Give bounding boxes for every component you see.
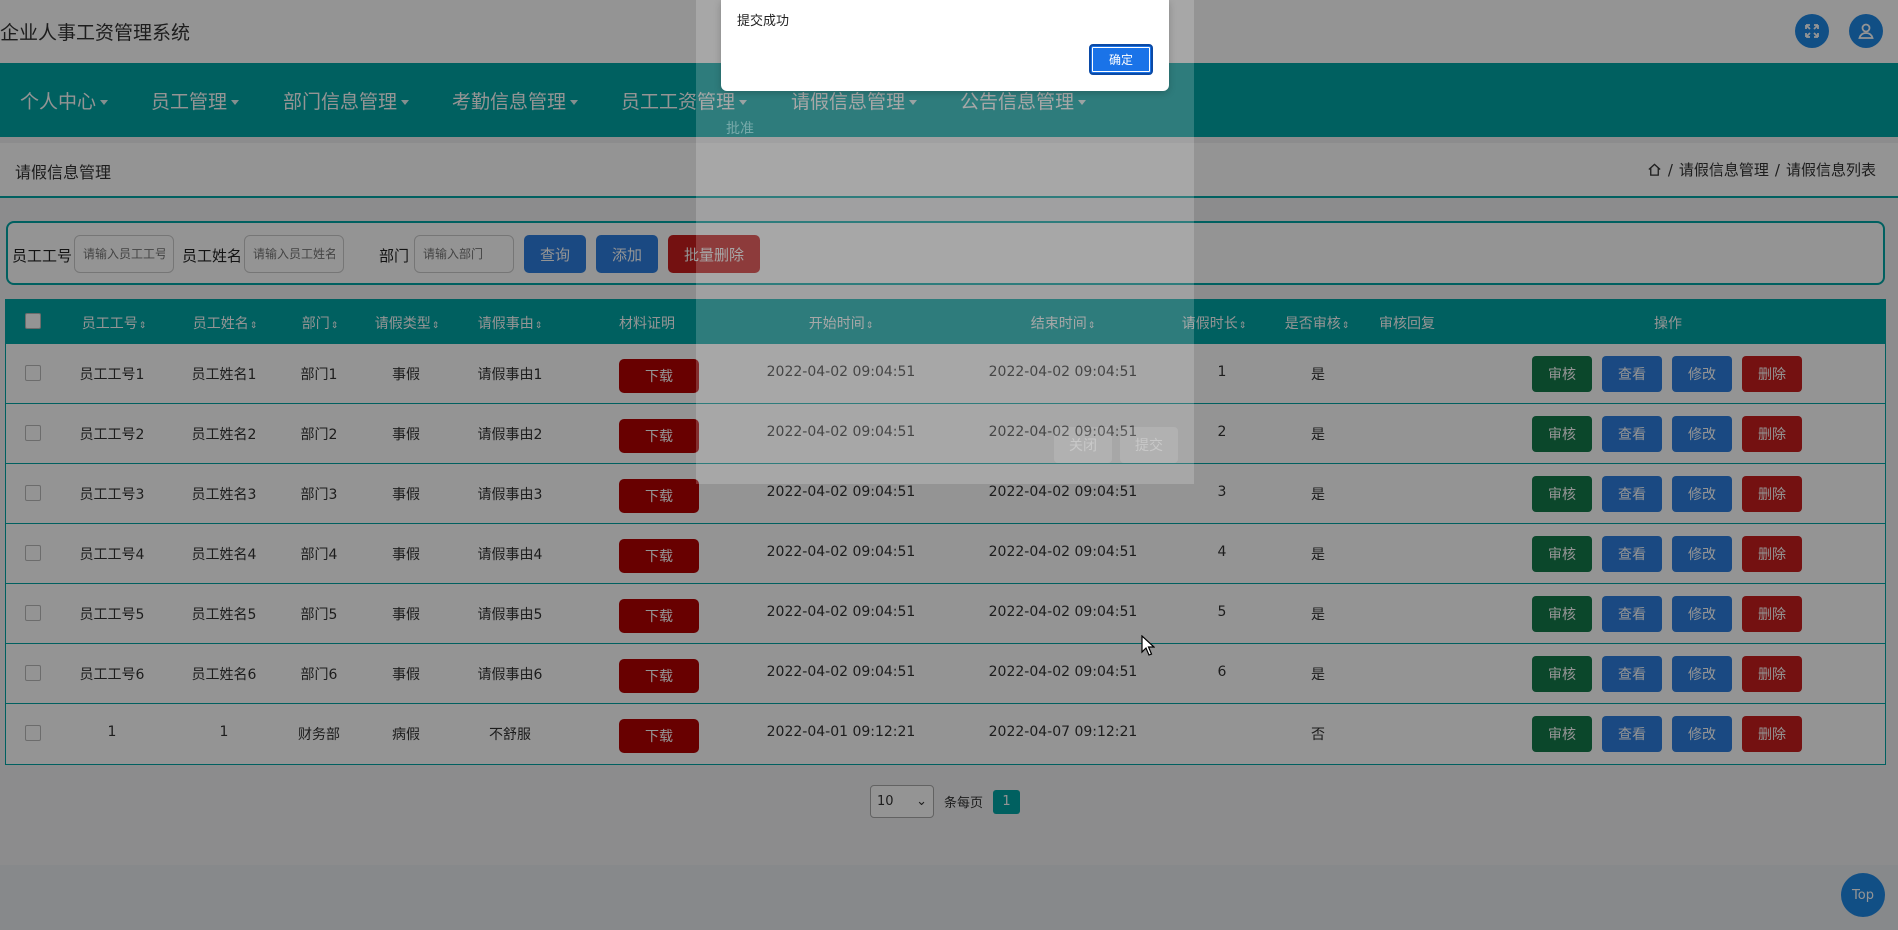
submit-dialog-button[interactable]: 提交 [1120,427,1178,463]
alert-dialog: 提交成功 确定 [721,0,1169,91]
alert-ok-button[interactable]: 确定 [1089,44,1153,75]
mouse-cursor-icon [1141,635,1155,656]
alert-message: 提交成功 [737,14,790,29]
approve-label: 批准 [726,121,754,137]
close-dialog-button[interactable]: 关闭 [1054,427,1112,463]
